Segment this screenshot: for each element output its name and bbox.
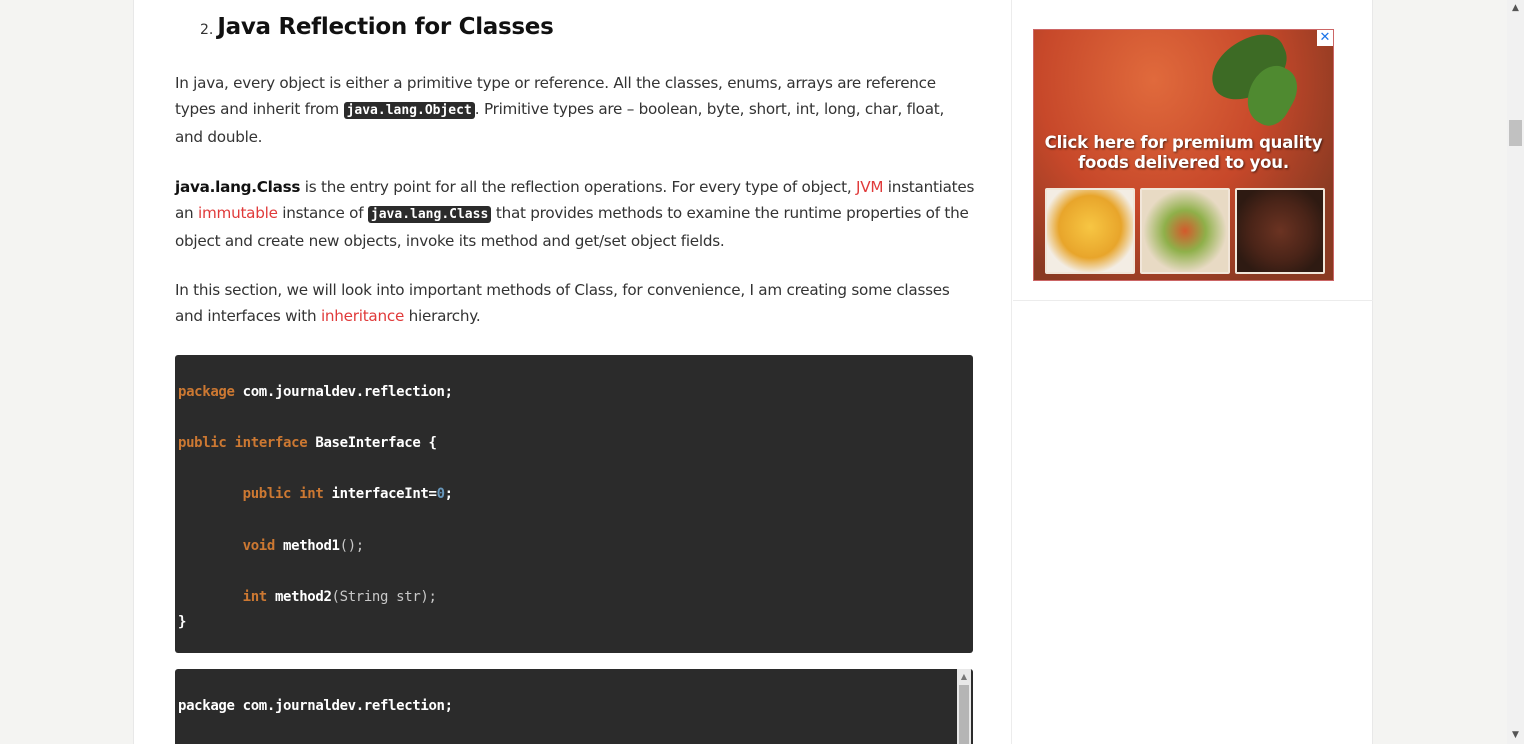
paragraph-primitive-types: In java, every object is either a primit… (175, 70, 975, 150)
code-block-base-interface[interactable]: package com.journaldev.reflection; publi… (175, 355, 973, 653)
paragraph-java-lang-class: java.lang.Class is the entry point for a… (175, 174, 975, 254)
page-scrollbar[interactable]: ▲ ▼ (1507, 0, 1524, 744)
text: In this section, we will look into impor… (175, 281, 950, 325)
text: is the entry point for all the reflectio… (300, 178, 856, 196)
bold-term: java.lang.Class (175, 178, 301, 196)
code-text: interfaceInt= (323, 486, 437, 503)
keyword: void (242, 537, 276, 554)
ad-food-thumbnails (1045, 188, 1325, 274)
code-text: com.journaldev.reflection; (234, 384, 453, 400)
inline-code: java.lang.Object (343, 102, 475, 119)
text: hierarchy. (404, 307, 481, 325)
link-inheritance[interactable]: inheritance (321, 307, 404, 325)
number-literal: 0 (436, 486, 445, 503)
text: instance of (277, 204, 368, 222)
code-text: (String str); (331, 588, 437, 605)
code-content: package com.journaldev.reflection; publi… (175, 355, 973, 648)
link-jvm[interactable]: JVM (856, 178, 883, 196)
scroll-thumb[interactable] (959, 685, 969, 744)
code-content: package com.journaldev.reflection; (175, 669, 973, 732)
scroll-up-arrow-icon[interactable]: ▲ (1507, 0, 1524, 17)
article-content: 2. Java Reflection for Classes In java, … (134, 0, 1012, 744)
keyword: package (178, 384, 235, 400)
scroll-down-arrow-icon[interactable]: ▼ (1507, 727, 1524, 744)
keyword: public (178, 435, 227, 452)
code-text: ; (444, 486, 453, 503)
scroll-thumb[interactable] (1509, 120, 1522, 146)
scroll-up-arrow-icon[interactable]: ▲ (957, 671, 971, 683)
keyword: int (299, 486, 324, 503)
sidebar: ✕ Click here for premium quality foods d… (1013, 0, 1373, 744)
vegetable-dish-image (1140, 188, 1230, 274)
keyword: public (242, 486, 292, 503)
ad-text: Click here for premium quality foods del… (1044, 133, 1323, 172)
paragraph-section-intro: In this section, we will look into impor… (175, 277, 975, 329)
mac-and-cheese-image (1045, 188, 1135, 274)
code-text: method1 (274, 537, 340, 554)
code-block-second[interactable]: package com.journaldev.reflection; ▲ (175, 669, 973, 744)
beef-dish-image (1235, 188, 1325, 274)
code-text: (); (339, 537, 365, 554)
ad-close-icon[interactable]: ✕ (1317, 30, 1333, 46)
section-number: 2. (200, 22, 214, 38)
section-title: Java Reflection for Classes (217, 14, 554, 40)
advertisement-banner[interactable]: ✕ Click here for premium quality foods d… (1033, 29, 1334, 281)
section-heading: 2. Java Reflection for Classes (200, 14, 554, 40)
keyword: int (242, 588, 268, 605)
code-text: package com.journaldev.reflection; (178, 698, 453, 714)
divider (1013, 300, 1373, 301)
code-text: } (178, 614, 187, 631)
code-text: method2 (266, 588, 332, 605)
code-text: BaseInterface { (307, 435, 437, 452)
link-immutable[interactable]: immutable (198, 204, 278, 222)
inline-code: java.lang.Class (367, 206, 492, 223)
page-container: 2. Java Reflection for Classes In java, … (133, 0, 1373, 744)
keyword: interface (234, 435, 308, 452)
code-scrollbar[interactable]: ▲ (957, 669, 971, 744)
